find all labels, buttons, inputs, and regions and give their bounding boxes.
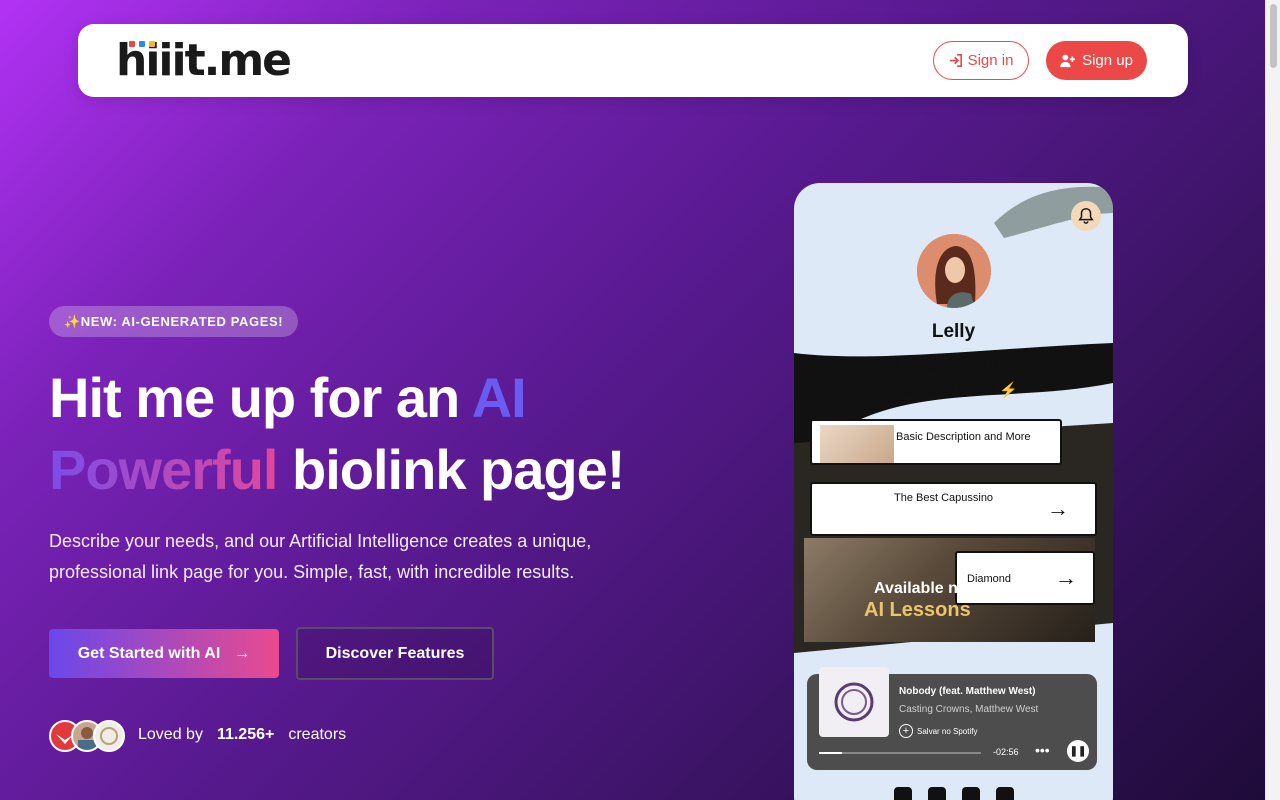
banner-available-text: Available now — [874, 580, 981, 597]
arrow-right-icon: → — [234, 644, 251, 662]
discover-features-button[interactable]: Discover Features — [296, 627, 494, 680]
logo-dots — [116, 41, 176, 49]
profile-avatar — [917, 234, 991, 308]
avatar — [93, 720, 125, 752]
loved-suffix: creators — [288, 726, 347, 743]
track-title: Nobody (feat. Matthew West) — [899, 686, 1036, 697]
user-plus-icon — [1060, 54, 1076, 67]
link-card-ai-lessons[interactable]: Diamond → Available now AI Lessons — [804, 538, 1095, 642]
sign-up-button[interactable]: Sign up — [1046, 41, 1147, 80]
scrollbar-thumb[interactable] — [1270, 4, 1277, 68]
biolink-preview-phone: Lelly Building all things home decor, fa… — [794, 183, 1113, 800]
sign-in-icon — [949, 54, 962, 67]
hero-title-ai: AI — [471, 366, 527, 429]
more-options-icon[interactable]: ••• — [1035, 742, 1050, 758]
facebook-icon[interactable] — [894, 787, 912, 800]
link-label: Basic Description and More — [896, 431, 1031, 443]
social-icons — [894, 787, 1014, 800]
logo[interactable]: hiiit.me — [116, 37, 292, 85]
page-scrollbar[interactable] — [1265, 0, 1280, 800]
progress-fill — [819, 752, 842, 754]
creator-count: 11.256+ — [216, 726, 275, 743]
youtube-icon[interactable] — [962, 787, 980, 800]
instagram-icon[interactable] — [928, 787, 946, 800]
linkedin-icon[interactable] — [996, 787, 1014, 800]
sign-in-button[interactable]: Sign in — [933, 41, 1029, 80]
hero-title: Hit me up for an AI Powerful biolink page… — [49, 362, 689, 506]
album-art — [819, 667, 889, 737]
arrow-right-icon: → — [1055, 565, 1077, 590]
sign-in-label: Sign in — [967, 52, 1014, 69]
sign-up-label: Sign up — [1082, 52, 1133, 69]
loved-by-text: Loved by 11.256+ creators — [138, 726, 346, 744]
profile-name: Lelly — [931, 321, 976, 342]
hero-title-part1: Hit me up for an — [49, 366, 472, 429]
loved-prefix: Loved by — [138, 726, 203, 743]
get-started-label: Get Started with AI — [77, 644, 221, 662]
banner-lessons-text: AI Lessons — [864, 599, 971, 621]
link-thumbnail — [820, 425, 894, 463]
progress-bar[interactable] — [819, 752, 981, 754]
discover-features-label: Discover Features — [325, 644, 465, 662]
profile-bio: Building all things home decor, fashion,… — [826, 357, 1088, 399]
top-navbar: hiiit.me Sign in Sign up — [78, 24, 1188, 97]
link-card-basic[interactable]: Basic Description and More — [810, 419, 1062, 465]
link-label: The Best Capussino — [894, 492, 994, 504]
hero-title-part2: biolink page! — [277, 438, 625, 501]
bell-icon[interactable] — [1071, 201, 1101, 231]
track-time: -02:56 — [993, 747, 1019, 757]
new-feature-badge: ✨NEW: AI-GENERATED PAGES! — [49, 306, 299, 337]
save-spotify-label: Salvar no Spotify — [917, 726, 978, 736]
save-spotify-button[interactable]: + Salvar no Spotify — [899, 724, 977, 738]
pause-icon[interactable]: ❚❚ — [1067, 740, 1089, 762]
get-started-button[interactable]: Get Started with AI → — [49, 629, 279, 678]
hero-title-powerful: Powerful — [49, 438, 278, 501]
plus-circle-icon: + — [899, 724, 913, 738]
hero-description: Describe your needs, and our Artificial … — [49, 531, 592, 582]
arrow-right-icon: → — [1047, 496, 1069, 521]
spotify-player[interactable]: Nobody (feat. Matthew West) Casting Crow… — [807, 667, 1097, 770]
link-card-capussino[interactable]: The Best Capussino → — [810, 482, 1097, 536]
track-artist: Casting Crowns, Matthew West — [899, 704, 1039, 715]
creator-avatars — [49, 720, 125, 752]
